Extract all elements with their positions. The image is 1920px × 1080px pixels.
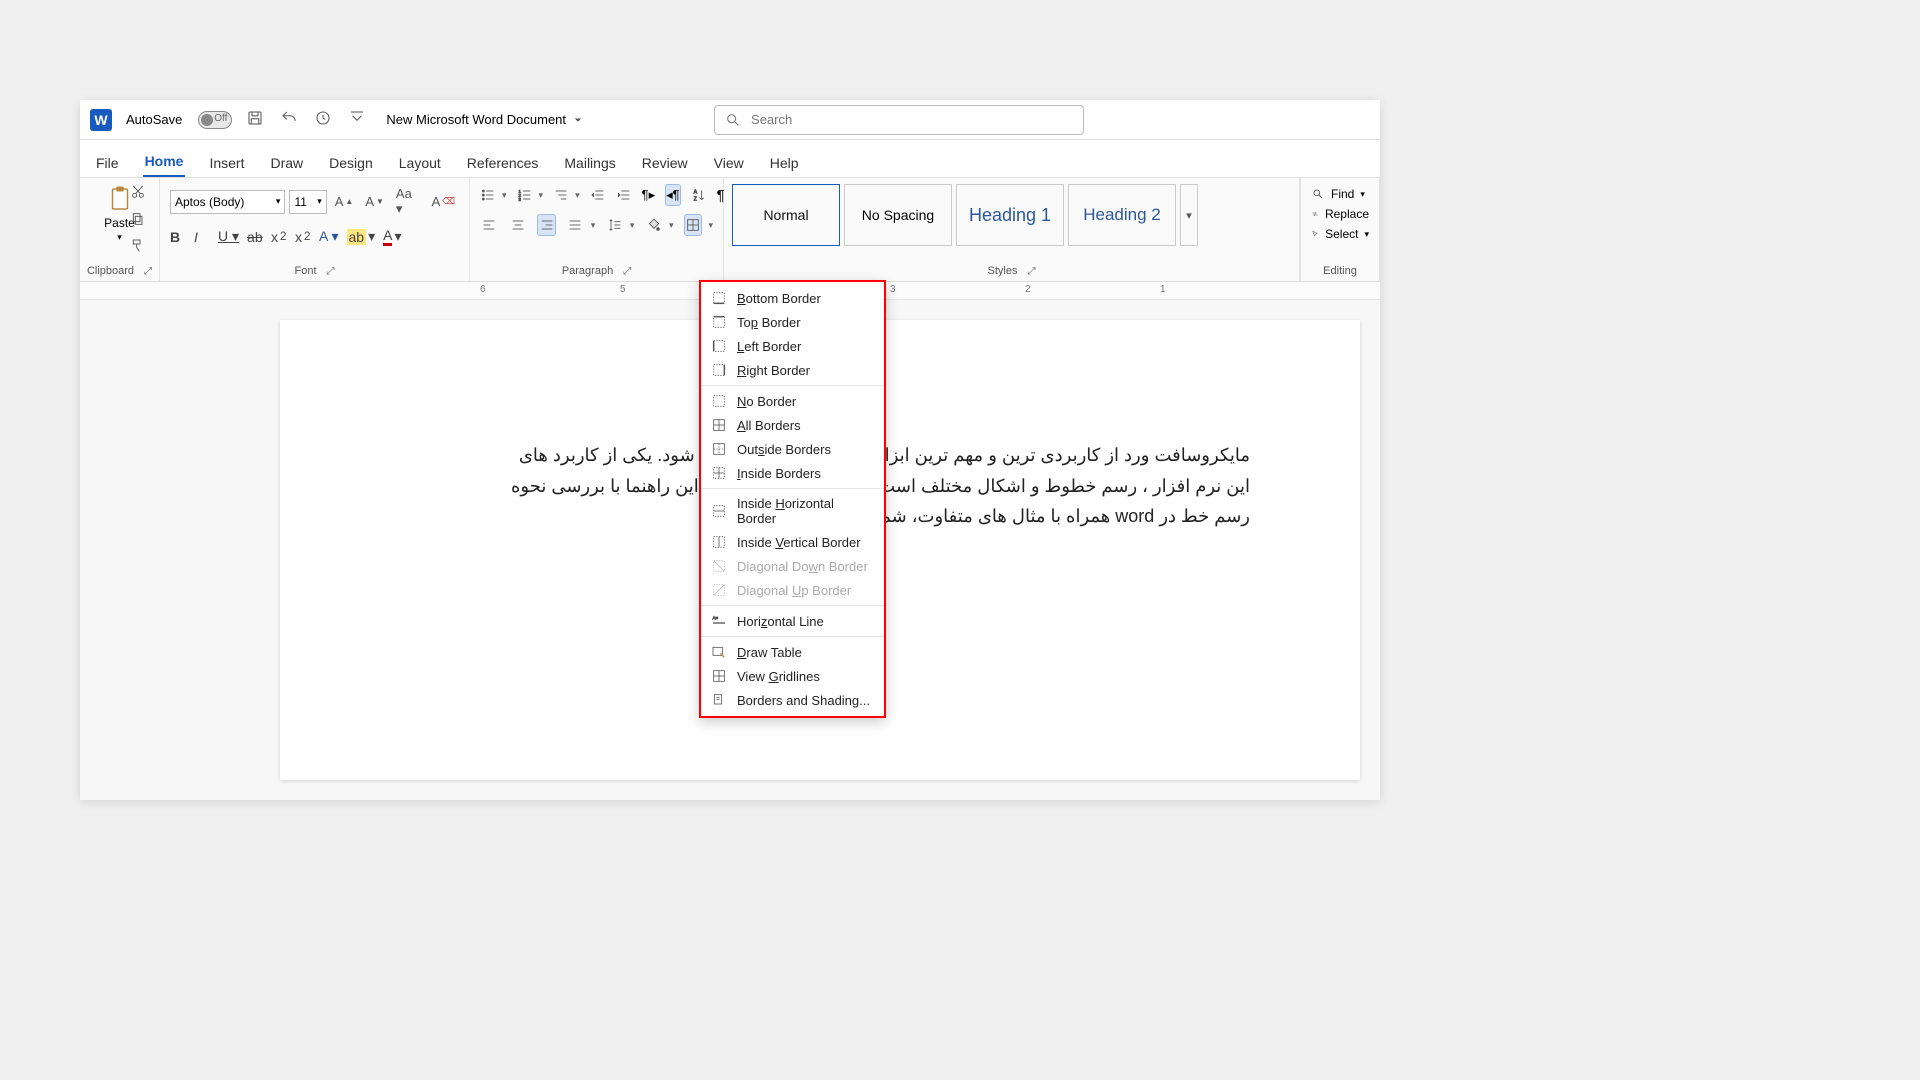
bold-button[interactable]: B (170, 229, 186, 245)
subscript-button[interactable]: x2 (271, 229, 287, 245)
bullets-button[interactable] (480, 184, 496, 206)
menu-diagonal-down: Diagonal Down Border (701, 554, 884, 578)
autosave-toggle[interactable]: Off (198, 111, 232, 129)
tab-help[interactable]: Help (768, 149, 801, 177)
styles-group: Normal No Spacing Heading 1 Heading 2 ▾ … (724, 178, 1300, 281)
increase-indent-button[interactable] (616, 184, 632, 206)
shading-button[interactable] (644, 214, 663, 236)
font-launcher-icon[interactable]: ⤢ (327, 266, 335, 277)
find-button[interactable]: Find ▾ (1311, 184, 1369, 204)
tab-view[interactable]: View (712, 149, 746, 177)
menu-top-border[interactable]: Top Border (701, 310, 884, 334)
svg-text:A: A (693, 190, 697, 196)
align-left-button[interactable] (480, 214, 499, 236)
svg-text:A≡: A≡ (712, 616, 718, 621)
decrease-indent-button[interactable] (590, 184, 606, 206)
menu-borders-shading[interactable]: Borders and Shading... (701, 688, 884, 712)
menu-right-border[interactable]: Right Border (701, 358, 884, 382)
title-bar: W AutoSave Off New Microsoft Word Docume… (80, 100, 1380, 140)
menu-draw-table[interactable]: Draw Table (701, 640, 884, 664)
font-name-select[interactable]: Aptos (Body)▾ (170, 190, 285, 214)
font-size-select[interactable]: 11▾ (289, 190, 326, 214)
autosave-label: AutoSave (126, 112, 182, 127)
styles-launcher-icon[interactable]: ⤢ (1027, 266, 1035, 277)
multilevel-button[interactable] (553, 184, 569, 206)
style-heading2[interactable]: Heading 2 (1068, 184, 1176, 246)
menu-outside-borders[interactable]: Outside Borders (701, 437, 884, 461)
ltr-direction-button[interactable]: ¶▸ (642, 184, 656, 206)
tab-design[interactable]: Design (327, 149, 375, 177)
numbering-button[interactable]: 123 (517, 184, 533, 206)
rtl-direction-button[interactable]: ◂¶ (665, 184, 681, 206)
format-painter-icon[interactable] (130, 238, 146, 259)
line-spacing-button[interactable] (605, 214, 624, 236)
search-placeholder: Search (751, 112, 792, 127)
menu-no-border[interactable]: No Border (701, 389, 884, 413)
ribbon-tabs: File Home Insert Draw Design Layout Refe… (80, 140, 1380, 178)
svg-text:Z: Z (693, 196, 697, 202)
tab-mailings[interactable]: Mailings (562, 149, 617, 177)
search-box[interactable]: Search (714, 105, 1084, 135)
word-app-icon: W (90, 109, 112, 131)
menu-inside-borders[interactable]: Inside Borders (701, 461, 884, 485)
search-icon (725, 112, 741, 128)
superscript-button[interactable]: x2 (295, 229, 311, 245)
align-right-button[interactable] (537, 214, 556, 236)
menu-inside-horizontal[interactable]: Inside Horizontal Border (701, 492, 884, 530)
replace-button[interactable]: Replace (1311, 204, 1369, 224)
menu-left-border[interactable]: Left Border (701, 334, 884, 358)
select-button[interactable]: Select ▾ (1311, 224, 1369, 244)
editing-group: Find ▾ Replace Select ▾ Editing (1300, 178, 1380, 281)
decrease-font-icon[interactable]: A▼ (361, 192, 388, 211)
tab-layout[interactable]: Layout (397, 149, 443, 177)
qat-customize-icon[interactable] (348, 109, 366, 130)
paragraph-group: ▾ 123▾ ▾ ¶▸ ◂¶ AZ ¶ ▾ ▾ ▾ ▾ (470, 178, 724, 281)
chevron-down-icon (572, 114, 584, 126)
styles-more-button[interactable]: ▾ (1180, 184, 1198, 246)
sort-button[interactable]: AZ (691, 184, 707, 206)
highlight-button[interactable]: ab ▾ (347, 228, 376, 245)
menu-all-borders[interactable]: All Borders (701, 413, 884, 437)
ribbon: Paste ▾ Clipboard⤢ Aptos (Body)▾ 11▾ A▲ … (80, 178, 1380, 282)
text-effects-button[interactable]: A ▾ (319, 228, 338, 245)
save-icon[interactable] (246, 109, 264, 130)
underline-button[interactable]: U ▾ (218, 228, 239, 245)
menu-inside-vertical[interactable]: Inside Vertical Border (701, 530, 884, 554)
redo-icon[interactable] (314, 109, 332, 130)
cut-icon[interactable] (130, 184, 146, 205)
tab-file[interactable]: File (94, 149, 121, 177)
menu-horizontal-line[interactable]: A≡Horizontal Line (701, 609, 884, 633)
svg-text:3: 3 (518, 197, 521, 202)
justify-button[interactable] (566, 214, 585, 236)
style-heading1[interactable]: Heading 1 (956, 184, 1064, 246)
increase-font-icon[interactable]: A▲ (331, 192, 358, 211)
menu-diagonal-up: Diagonal Up Border (701, 578, 884, 602)
tab-review[interactable]: Review (640, 149, 690, 177)
borders-button[interactable] (684, 214, 703, 236)
undo-icon[interactable] (280, 109, 298, 130)
clear-format-icon[interactable]: A⌫ (428, 192, 459, 211)
tab-insert[interactable]: Insert (207, 149, 246, 177)
align-center-button[interactable] (509, 214, 528, 236)
menu-view-gridlines[interactable]: View Gridlines (701, 664, 884, 688)
word-window: W AutoSave Off New Microsoft Word Docume… (80, 100, 1380, 800)
font-color-button[interactable]: A ▾ (383, 227, 401, 246)
tab-references[interactable]: References (465, 149, 541, 177)
borders-dropdown-menu: Bottom Border Top Border Left Border Rig… (699, 280, 886, 718)
font-group: Aptos (Body)▾ 11▾ A▲ A▼ Aa ▾ A⌫ B I U ▾ … (160, 178, 470, 281)
italic-button[interactable]: I (194, 229, 210, 245)
copy-icon[interactable] (130, 211, 146, 232)
change-case-button[interactable]: Aa ▾ (392, 184, 424, 219)
document-title[interactable]: New Microsoft Word Document (386, 112, 584, 127)
style-normal[interactable]: Normal (732, 184, 840, 246)
menu-bottom-border[interactable]: Bottom Border (701, 286, 884, 310)
tab-home[interactable]: Home (143, 147, 186, 177)
strike-button[interactable]: ab (247, 229, 263, 245)
quick-access-toolbar (246, 109, 366, 130)
clipboard-launcher-icon[interactable]: ⤢ (144, 266, 152, 277)
paragraph-launcher-icon[interactable]: ⤢ (623, 266, 631, 277)
clipboard-group: Paste ▾ Clipboard⤢ (80, 178, 160, 281)
style-no-spacing[interactable]: No Spacing (844, 184, 952, 246)
tab-draw[interactable]: Draw (268, 149, 305, 177)
